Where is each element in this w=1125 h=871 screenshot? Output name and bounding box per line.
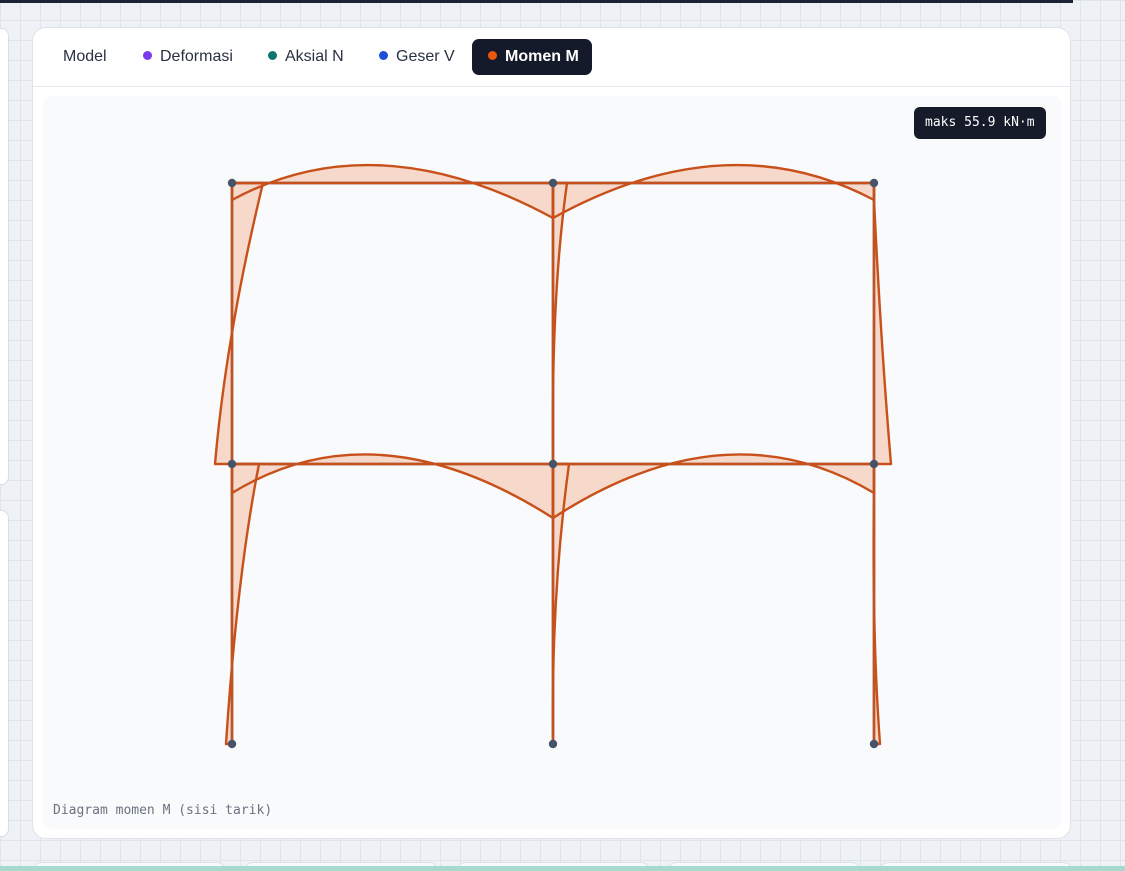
joint-node	[869, 459, 879, 469]
tab-label: Model	[63, 48, 107, 65]
tab-geser[interactable]: Geser V	[363, 39, 471, 75]
joint-node	[869, 178, 879, 188]
tab-momen[interactable]: Momen M	[472, 39, 592, 75]
moment-curve-column-fill	[215, 183, 263, 464]
moment-curve-beam-fill	[232, 165, 553, 218]
scroll-strip	[0, 866, 1125, 871]
side-panel-edge	[0, 28, 9, 485]
dot-icon	[488, 51, 497, 60]
support-node	[869, 739, 879, 749]
moment-curve-beam-fill	[553, 165, 874, 218]
diagram-canvas: maks 55.9 kN·m Diagram momen M (sisi tar…	[43, 96, 1062, 829]
view-tabs: Model Deformasi Aksial N Geser V Momen M	[33, 28, 1070, 87]
tab-deformasi[interactable]: Deformasi	[127, 39, 249, 75]
support-node	[548, 739, 558, 749]
joint-node	[227, 459, 237, 469]
moment-curve-column	[872, 462, 882, 746]
tab-label: Momen M	[505, 48, 579, 65]
tab-label: Geser V	[396, 48, 455, 65]
joint-node	[548, 459, 558, 469]
results-panel: Model Deformasi Aksial N Geser V Momen M…	[32, 27, 1071, 839]
top-divider	[0, 0, 1073, 3]
side-panel-edge	[0, 510, 9, 837]
dot-icon	[143, 51, 152, 60]
joint-node	[548, 178, 558, 188]
tab-model[interactable]: Model	[47, 39, 123, 75]
joint-node	[227, 178, 237, 188]
tab-aksial[interactable]: Aksial N	[252, 39, 360, 75]
dot-icon	[379, 51, 388, 60]
max-moment-badge: maks 55.9 kN·m	[914, 107, 1046, 139]
tab-label: Deformasi	[160, 48, 233, 65]
support-node	[227, 739, 237, 749]
bottom-cards	[0, 862, 1125, 871]
frame-diagram	[213, 163, 893, 749]
dot-icon	[268, 51, 277, 60]
moment-curves	[213, 163, 893, 746]
diagram-caption: Diagram momen M (sisi tarik)	[53, 803, 273, 818]
tab-label: Aksial N	[285, 48, 344, 65]
